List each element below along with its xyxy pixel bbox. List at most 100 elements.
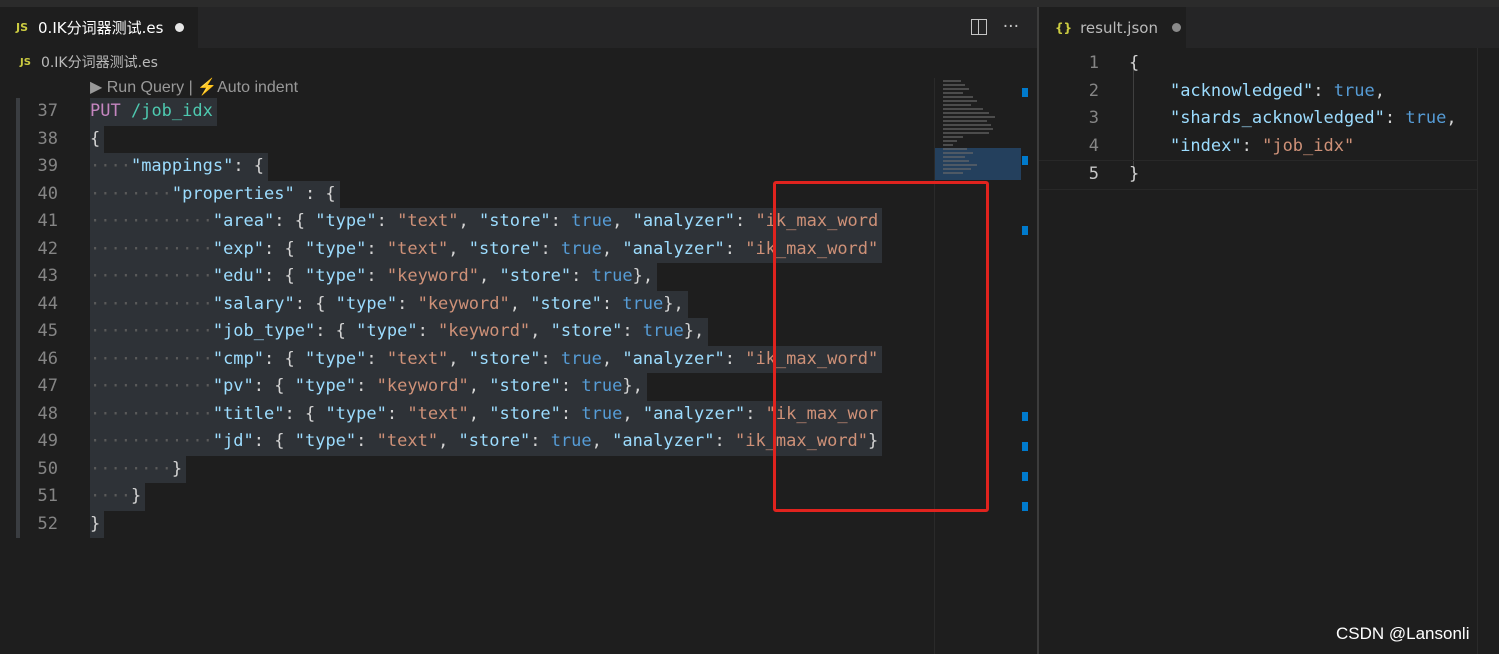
minimap-line <box>943 148 967 150</box>
code-token: , <box>479 266 500 286</box>
minimap-line <box>943 84 965 86</box>
tab-ik-es[interactable]: JS 0.IK分词器测试.es <box>0 7 198 48</box>
code-line[interactable]: 38 { <box>0 125 934 153</box>
unsaved-dot-icon[interactable] <box>1171 23 1181 32</box>
unsaved-dot-icon[interactable] <box>175 23 185 32</box>
code-token: ············ <box>90 348 213 369</box>
code-token: "job_idx" <box>1262 135 1355 156</box>
code-token: : <box>714 431 735 451</box>
selection-gutter <box>16 98 20 126</box>
code-token: , <box>448 238 469 259</box>
code-token: }, <box>622 376 643 396</box>
result-line[interactable]: 4 "index": "job_idx" <box>1039 133 1477 161</box>
code-token: "analyzer" <box>612 431 715 451</box>
line-number: 3 <box>1088 108 1099 128</box>
selection-gutter <box>16 400 20 428</box>
auto-indent-link[interactable]: ⚡Auto indent <box>197 79 298 96</box>
code-text: ····"mappings": { <box>90 153 269 181</box>
code-text: "acknowledged": true, <box>1129 78 1385 106</box>
result-line[interactable]: 2 "acknowledged": true, <box>1039 78 1477 106</box>
tab-label: 0.IK分词器测试.es <box>38 19 164 37</box>
code-token: "analyzer" <box>622 348 725 369</box>
split-editor-icon[interactable] <box>970 19 987 35</box>
selection-gutter <box>16 153 20 181</box>
code-token: true <box>550 431 592 451</box>
code-token: "store" <box>530 293 602 314</box>
minimap-line <box>943 164 977 166</box>
code-token: }, <box>632 266 654 286</box>
selection-gutter <box>16 455 20 483</box>
code-token: "exp" <box>212 238 265 259</box>
code-token: : { <box>264 238 305 259</box>
code-token: : <box>386 403 408 424</box>
line-number: 37 <box>37 101 58 121</box>
code-token: , <box>1374 80 1385 101</box>
code-token: "properties" <box>171 183 295 204</box>
tab-label: result.json <box>1080 18 1158 37</box>
code-token: "store" <box>499 266 572 286</box>
code-text: ············"area": { "type": "text", "s… <box>90 208 883 236</box>
code-token: : <box>550 211 572 231</box>
overview-ruler[interactable] <box>1022 78 1036 654</box>
minimap-line <box>943 128 993 130</box>
code-token: : <box>560 403 582 424</box>
result-line[interactable]: 1{ <box>1039 50 1477 78</box>
line-number: 40 <box>37 183 58 204</box>
minimap-line <box>943 88 969 90</box>
code-token: "analyzer" <box>632 211 735 231</box>
code-text: ············"jd": { "type": "text", "sto… <box>90 428 883 456</box>
code-token: "type" <box>325 403 387 424</box>
code-token: , <box>458 211 480 231</box>
code-line[interactable]: 37 PUT /job_idx <box>0 98 934 126</box>
code-token: : <box>571 266 592 286</box>
result-scrollbar[interactable] <box>1477 48 1499 654</box>
code-token: "text" <box>386 238 449 259</box>
code-token: ···· <box>90 486 131 506</box>
code-text: PUT /job_idx <box>90 98 217 126</box>
code-token: "type" <box>315 211 377 231</box>
code-token: "type" <box>294 376 357 396</box>
code-token: : <box>356 431 377 451</box>
code-token: }, <box>663 293 684 314</box>
minimap-line <box>943 152 973 154</box>
tab-result-json[interactable]: {} result.json <box>1039 7 1186 48</box>
run-query-link[interactable]: ▶ Run Query <box>90 79 184 96</box>
code-token: , <box>448 348 469 369</box>
code-token: ············ <box>90 376 213 396</box>
editor-actions: ··· <box>970 17 1019 37</box>
codelens-separator: | <box>184 79 198 96</box>
result-line[interactable]: 3 "shards_acknowledged": true, <box>1039 105 1477 133</box>
selection-gutter <box>16 483 20 511</box>
left-tab-bar: JS 0.IK分词器测试.es ··· <box>0 7 1037 48</box>
title-bar <box>0 0 1499 7</box>
line-number: 48 <box>37 403 58 424</box>
code-token: true <box>642 321 684 341</box>
code-token: ············ <box>90 321 213 341</box>
code-token: true <box>591 266 633 286</box>
code-line[interactable]: 52} <box>0 510 934 538</box>
code-token: "text" <box>397 211 459 231</box>
code-token: , <box>468 403 490 424</box>
ruler-mark <box>1022 88 1028 97</box>
more-actions-icon[interactable]: ··· <box>1003 17 1019 37</box>
line-number: 51 <box>37 486 58 506</box>
code-text: ········"properties" : { <box>90 180 340 208</box>
code-text: } <box>90 510 105 538</box>
result-editor[interactable]: 1{2 "acknowledged": true, 3 "shards_ackno… <box>1039 50 1477 250</box>
ruler-mark <box>1022 502 1028 511</box>
code-token: true <box>1405 108 1447 128</box>
result-line[interactable]: 5} <box>1039 160 1477 190</box>
code-token: "store" <box>458 431 531 451</box>
minimap-line <box>943 108 983 110</box>
code-line[interactable]: 39 ····"mappings": { <box>0 153 934 181</box>
watermark: CSDN @Lansonli <box>1336 624 1470 643</box>
code-text: ············"salary": { "type": "keyword… <box>90 290 688 318</box>
code-token: "keyword" <box>386 266 479 286</box>
ruler-mark <box>1022 226 1028 235</box>
annotation-highlight-box <box>773 181 989 512</box>
breadcrumb[interactable]: JS 0.IK分词器测试.es <box>20 52 158 72</box>
breadcrumb-file[interactable]: 0.IK分词器测试.es <box>41 52 158 72</box>
code-token: "cmp" <box>212 348 265 369</box>
code-token: PUT <box>90 101 121 121</box>
